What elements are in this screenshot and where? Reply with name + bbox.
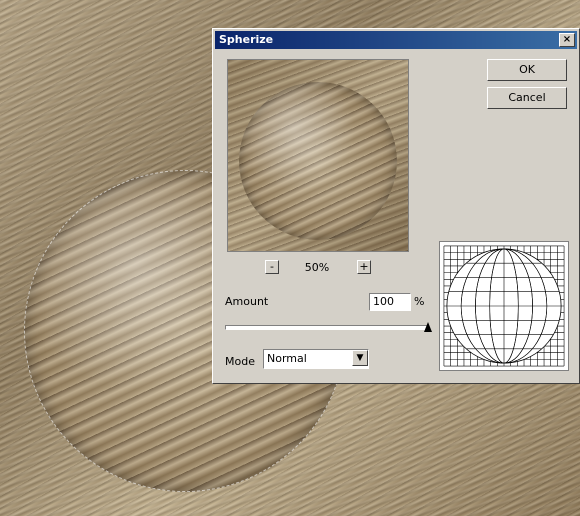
- amount-slider-thumb[interactable]: [424, 322, 432, 332]
- zoom-level: 50%: [304, 261, 330, 274]
- spherize-grid-preview: [439, 241, 569, 371]
- filter-preview[interactable]: [227, 59, 409, 252]
- spherize-dialog: Spherize × - 50% + OK Cancel Amount 100 …: [212, 28, 580, 384]
- preview-sphere: [239, 82, 397, 240]
- amount-input[interactable]: 100: [369, 293, 411, 311]
- ok-button[interactable]: OK: [487, 59, 567, 81]
- mode-label: Mode: [225, 355, 255, 368]
- amount-label: Amount: [225, 295, 269, 308]
- cancel-button[interactable]: Cancel: [487, 87, 567, 109]
- dialog-title: Spherize: [219, 33, 274, 46]
- zoom-out-button[interactable]: -: [265, 260, 279, 274]
- mode-selected-value: Normal: [267, 352, 307, 365]
- amount-slider-track[interactable]: [225, 325, 429, 330]
- amount-unit: %: [414, 295, 425, 308]
- zoom-in-button[interactable]: +: [357, 260, 371, 274]
- mode-select[interactable]: Normal ▼: [263, 349, 369, 369]
- close-icon: ×: [562, 34, 572, 45]
- chevron-down-icon[interactable]: ▼: [352, 350, 368, 366]
- dialog-titlebar[interactable]: Spherize ×: [215, 31, 577, 49]
- close-button[interactable]: ×: [559, 33, 575, 47]
